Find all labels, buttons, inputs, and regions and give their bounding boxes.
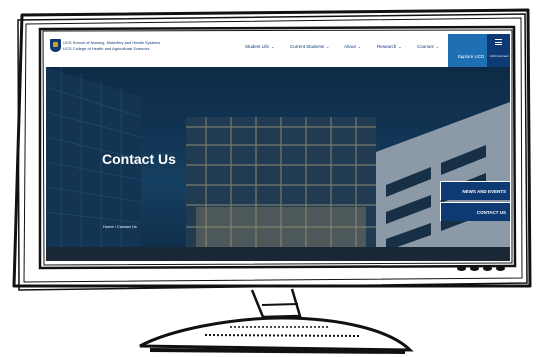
menu-button[interactable]: UCD Connect	[487, 34, 510, 67]
nav-courses[interactable]: Courses ⌄	[417, 44, 439, 49]
chevron-down-icon: ⌄	[271, 44, 275, 49]
page-title: Contact Us	[102, 151, 176, 167]
monitor-button[interactable]	[483, 266, 492, 271]
ucd-crest-icon[interactable]	[50, 39, 61, 52]
contact-us-button[interactable]: CONTACT US	[440, 202, 510, 221]
nav-label: Research	[377, 44, 397, 49]
chevron-down-icon: ⌄	[326, 44, 330, 49]
nav-current-students[interactable]: Current Students ⌄	[290, 44, 329, 49]
chevron-down-icon: ⌄	[435, 44, 440, 49]
monitor-button[interactable]	[470, 266, 479, 271]
nav-about[interactable]: About ⌄	[344, 44, 361, 49]
nav-research[interactable]: Research ⌄	[377, 44, 402, 49]
hamburger-icon	[495, 39, 502, 47]
nav-label: Student Life	[245, 44, 270, 49]
chevron-down-icon: ⌄	[398, 44, 402, 49]
chevron-down-icon: ⌄	[460, 54, 464, 59]
chevron-down-icon: ⌄	[357, 44, 362, 49]
monitor-button[interactable]	[496, 266, 505, 271]
browser-screen: UCD School of Nursing, Midwifery and Hea…	[46, 34, 510, 261]
explore-ucd-button[interactable]: Explore UCD ⌄	[448, 34, 487, 67]
menu-label: UCD Connect	[490, 54, 509, 58]
nav-student-life[interactable]: Student Life ⌄	[245, 44, 274, 49]
breadcrumb[interactable]: Home / Contact Us	[103, 224, 137, 229]
site-header: UCD School of Nursing, Midwifery and Hea…	[46, 34, 510, 68]
college-name[interactable]: UCD College of Health and Agricultural S…	[63, 46, 150, 51]
hero-banner: Contact Us Home / Contact Us NEWS AND EV…	[46, 67, 510, 261]
nav-label: About	[344, 44, 356, 49]
nav-label: Current Students	[290, 44, 325, 49]
nav-label: Courses	[417, 44, 434, 49]
school-name[interactable]: UCD School of Nursing, Midwifery and Hea…	[63, 40, 160, 45]
news-and-events-button[interactable]: NEWS AND EVENTS	[440, 181, 510, 200]
monitor-button[interactable]	[457, 266, 466, 271]
